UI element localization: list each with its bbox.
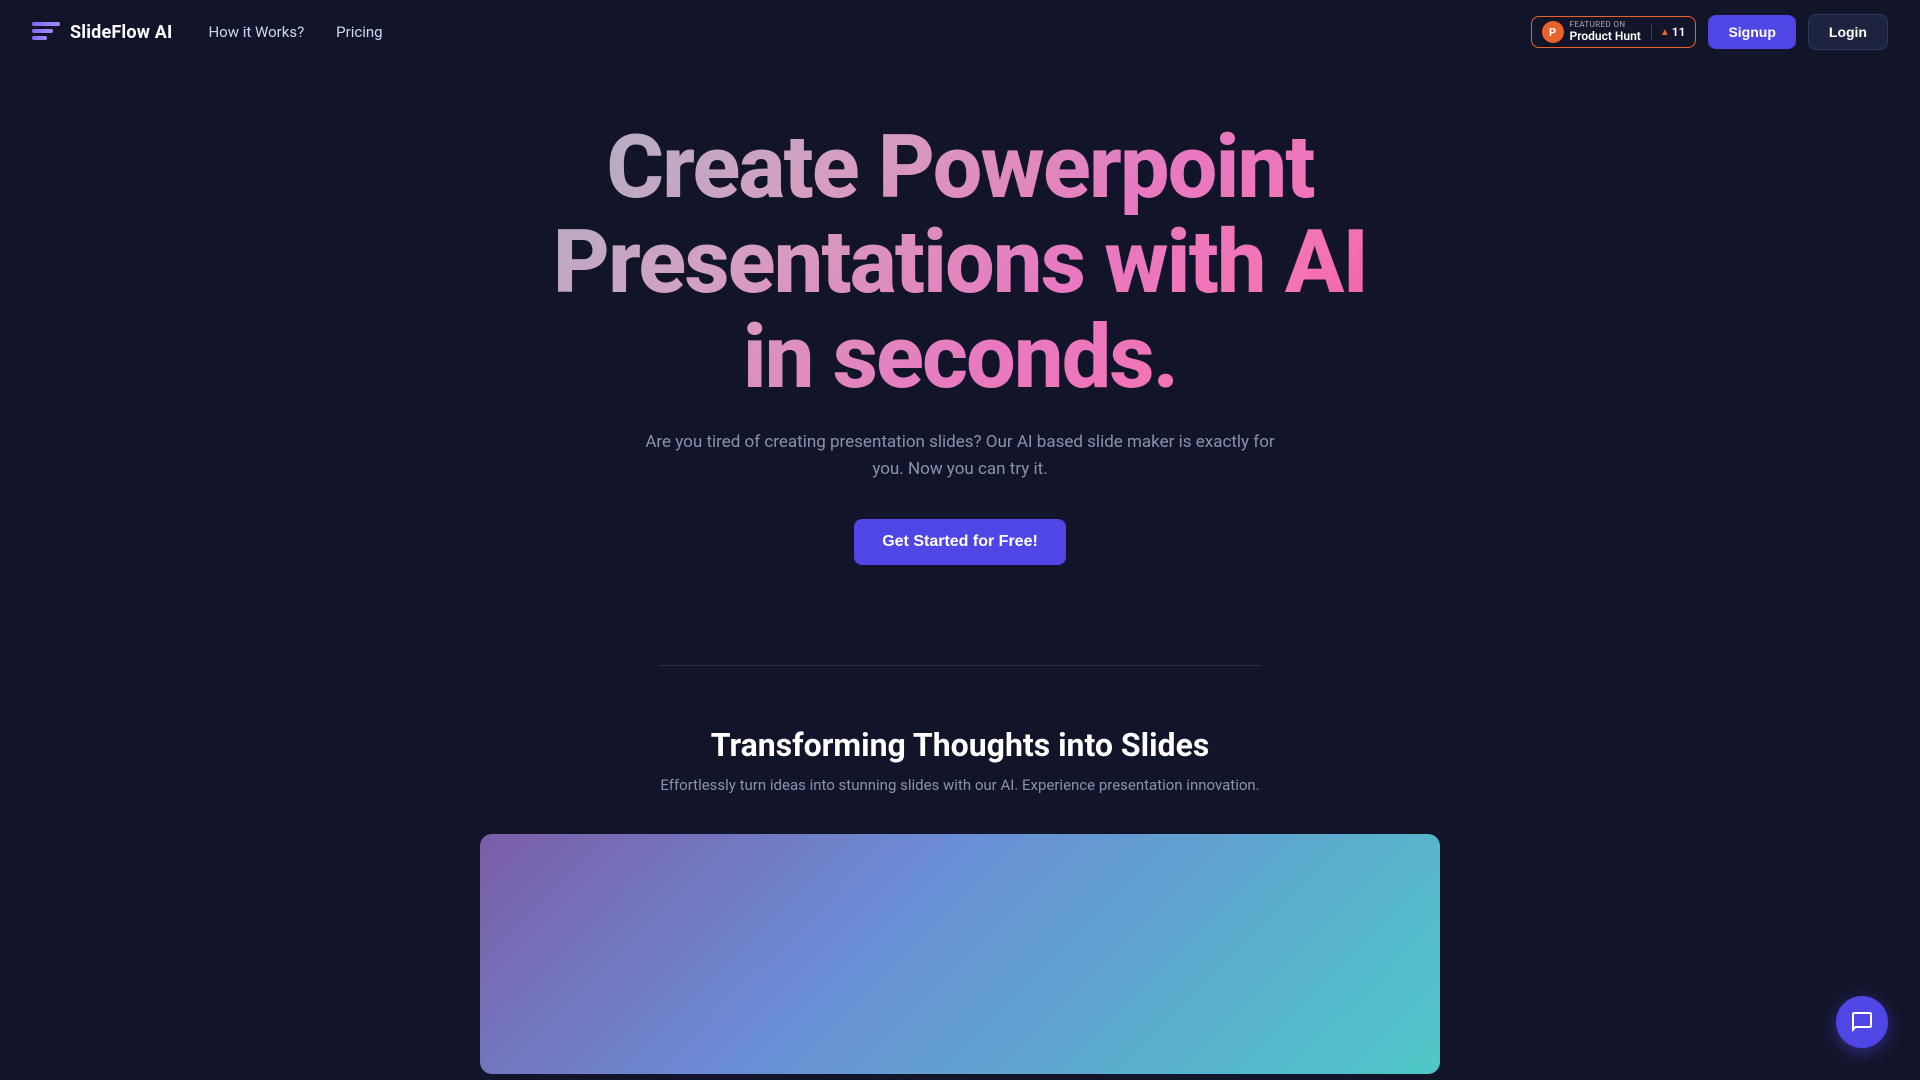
logo[interactable]: SlideFlow AI <box>32 22 172 43</box>
nav-link-how-it-works[interactable]: How it Works? <box>204 15 308 49</box>
nav-link-pricing[interactable]: Pricing <box>332 15 386 49</box>
hero-heading: Create Powerpoint Presentations with AI … <box>510 120 1410 405</box>
logo-icon <box>32 22 60 42</box>
product-hunt-logo: P <box>1542 21 1564 43</box>
product-hunt-name: Product Hunt <box>1570 30 1641 43</box>
hero-section: Create Powerpoint Presentations with AI … <box>0 0 1920 625</box>
features-section: Transforming Thoughts into Slides Effort… <box>0 726 1920 1074</box>
product-hunt-badge[interactable]: P FEATURED ON Product Hunt ▲ 11 <box>1531 16 1697 48</box>
nav-links: How it Works? Pricing <box>204 15 386 49</box>
features-subtitle: Effortlessly turn ideas into stunning sl… <box>32 776 1888 794</box>
signup-button[interactable]: Signup <box>1708 15 1795 49</box>
chat-icon <box>1850 1010 1874 1034</box>
product-hunt-count-area: ▲ 11 <box>1651 25 1686 39</box>
features-title: Transforming Thoughts into Slides <box>32 726 1888 764</box>
nav-left: SlideFlow AI How it Works? Pricing <box>32 15 387 49</box>
chat-button[interactable] <box>1836 996 1888 1048</box>
brand-name: SlideFlow AI <box>70 22 172 43</box>
section-divider <box>660 665 1260 666</box>
hero-subtext: Are you tired of creating presentation s… <box>640 429 1280 483</box>
demo-preview <box>480 834 1440 1074</box>
login-button[interactable]: Login <box>1808 14 1888 50</box>
upvote-arrow-icon: ▲ <box>1660 27 1670 38</box>
product-hunt-count: 11 <box>1672 25 1686 39</box>
nav-right: P FEATURED ON Product Hunt ▲ 11 Signup L… <box>1531 14 1888 50</box>
navbar: SlideFlow AI How it Works? Pricing P FEA… <box>0 0 1920 64</box>
cta-button[interactable]: Get Started for Free! <box>854 519 1066 565</box>
product-hunt-text: FEATURED ON Product Hunt <box>1570 21 1641 43</box>
